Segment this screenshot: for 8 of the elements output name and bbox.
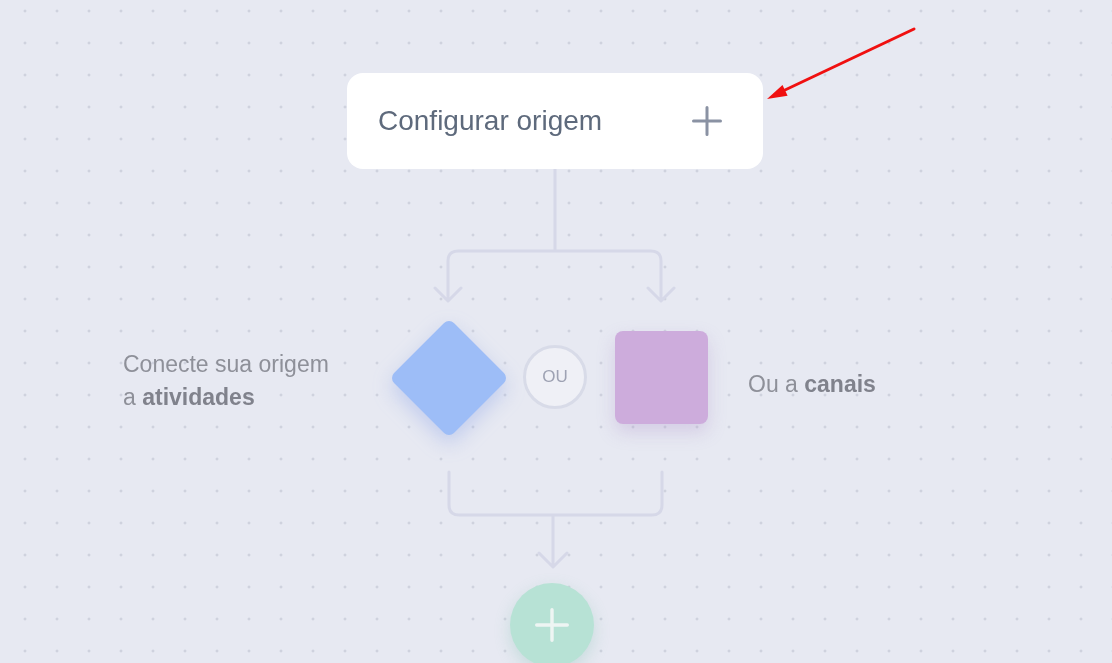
diamond-shape[interactable]: [392, 321, 506, 435]
or-separator: OU: [523, 345, 587, 409]
configure-source-button[interactable]: Configurar origem: [347, 73, 763, 169]
plus-icon: [692, 106, 722, 136]
square-shape[interactable]: [615, 331, 708, 424]
branch-caption: Ou a canais: [748, 370, 876, 399]
branch-caption: Conecte sua origem a atividades: [123, 350, 329, 412]
plus-icon: [535, 608, 569, 642]
